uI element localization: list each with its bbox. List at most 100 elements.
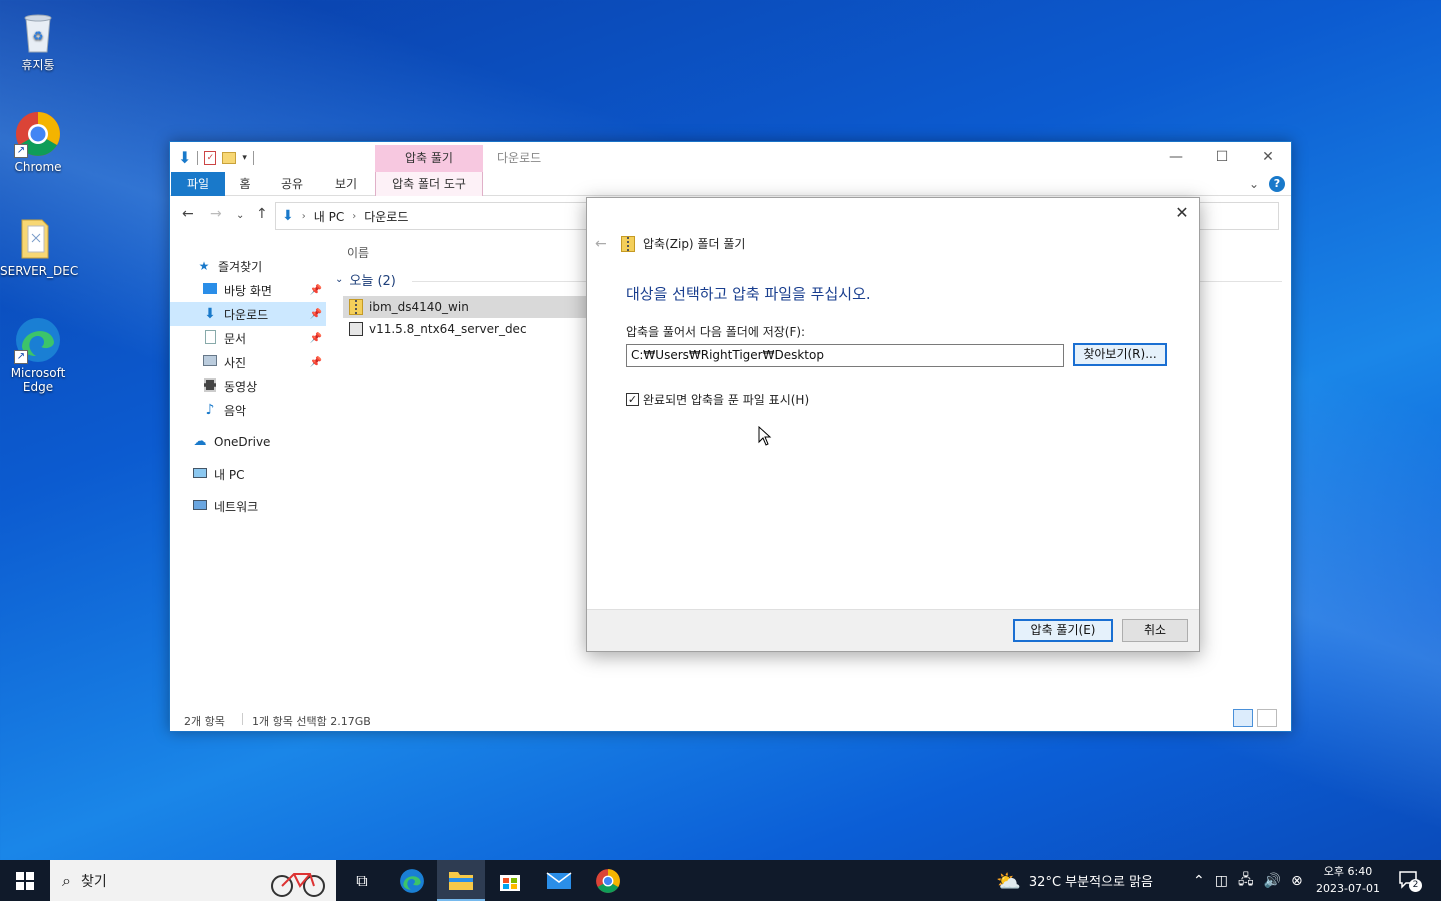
- selection-info: 1개 항목 선택함 2.17GB: [252, 715, 371, 728]
- network-icon: [192, 498, 208, 514]
- desktop-icon-chrome[interactable]: ↗ Chrome: [0, 110, 76, 174]
- ribbon-tabs: 파일 홈 공유 보기 압축 폴더 도구: [170, 172, 1291, 196]
- help-icon[interactable]: ?: [1269, 176, 1285, 192]
- nav-pictures[interactable]: 사진 📌: [170, 350, 326, 374]
- nav-onedrive[interactable]: ☁ OneDrive: [170, 430, 326, 454]
- download-arrow-icon: ⬇: [204, 306, 216, 322]
- browse-button[interactable]: 찾아보기(R)...: [1073, 343, 1167, 366]
- taskbar-chrome[interactable]: [584, 860, 632, 901]
- taskbar-search-box[interactable]: ⌕ 찾기: [50, 860, 336, 901]
- window-controls: — ☐ ✕: [1153, 142, 1291, 172]
- ribbon-right-controls: ⌄ ?: [1249, 176, 1285, 192]
- nav-network[interactable]: 네트워크: [170, 494, 326, 518]
- pictures-icon: [202, 354, 218, 370]
- download-arrow-icon: ⬇: [282, 208, 294, 224]
- nav-documents[interactable]: 문서 📌: [170, 326, 326, 350]
- zip-folder-icon: [621, 235, 635, 252]
- nav-this-pc[interactable]: 내 PC: [170, 462, 326, 486]
- back-arrow-icon[interactable]: ←: [182, 206, 194, 222]
- nav-label: 동영상: [224, 379, 258, 394]
- network-icon[interactable]: 🖧: [1238, 869, 1254, 893]
- separator: [242, 713, 243, 725]
- system-tray: ⌃ ◫ 🖧 🔊 ⊗: [1193, 860, 1303, 901]
- qat-dropdown-icon[interactable]: ▾: [242, 153, 247, 163]
- forward-arrow-icon[interactable]: →: [210, 206, 222, 222]
- desktop-icon-label: SERVER_DEC: [0, 264, 79, 278]
- store-icon: [500, 874, 520, 891]
- column-header-name[interactable]: 이름: [347, 244, 369, 261]
- nav-music[interactable]: ♪ 음악: [170, 398, 326, 422]
- extract-button[interactable]: 압축 풀기(E): [1013, 619, 1113, 642]
- svg-text:♻: ♻: [33, 29, 44, 43]
- desktop-icon-label: Microsoft Edge: [10, 366, 66, 394]
- destination-path-input[interactable]: C:₩Users₩RightTiger₩Desktop: [626, 344, 1064, 367]
- installer-icon: [349, 322, 363, 336]
- extract-zip-dialog: ✕ ← 압축(Zip) 폴더 풀기 대상을 선택하고 압축 파일을 푸십시오. …: [586, 197, 1200, 652]
- start-button[interactable]: [0, 860, 50, 901]
- new-folder-icon[interactable]: [222, 151, 237, 164]
- show-files-option[interactable]: ✓ 완료되면 압축을 푼 파일 표시(H): [626, 391, 809, 408]
- meet-now-icon[interactable]: ◫: [1215, 873, 1228, 889]
- clock[interactable]: 오후 6:40 2023-07-01: [1310, 863, 1386, 897]
- chevron-up-icon[interactable]: ⌃: [1193, 873, 1205, 889]
- tab-share[interactable]: 공유: [276, 172, 308, 196]
- nav-downloads[interactable]: ⬇ 다운로드 📌: [170, 302, 326, 326]
- task-view-button[interactable]: ⧉: [338, 860, 386, 901]
- separator: [197, 150, 199, 165]
- recent-locations-icon[interactable]: ⌄: [236, 210, 244, 221]
- shortcut-arrow-icon: ↗: [14, 144, 28, 158]
- nav-label: OneDrive: [214, 435, 271, 449]
- tab-home[interactable]: 홈: [230, 172, 260, 196]
- nav-quick-access[interactable]: ★ 즐겨찾기: [170, 254, 326, 278]
- details-view-icon[interactable]: [1233, 709, 1253, 727]
- pin-icon: 📌: [309, 356, 322, 368]
- chevron-down-icon[interactable]: ⌄: [1249, 177, 1259, 191]
- breadcrumb-downloads[interactable]: 다운로드: [364, 208, 408, 225]
- volume-icon[interactable]: 🔊: [1264, 873, 1281, 889]
- nav-label: 네트워크: [214, 499, 259, 514]
- tab-view[interactable]: 보기: [330, 172, 362, 196]
- close-icon[interactable]: ✕: [1173, 204, 1191, 222]
- show-files-checkbox[interactable]: ✓: [626, 393, 639, 406]
- bicycle-icon: [270, 864, 326, 901]
- taskbar-store[interactable]: [486, 860, 534, 901]
- nav-desktop[interactable]: 바탕 화면 📌: [170, 278, 326, 302]
- cloud-icon: ☁: [193, 434, 207, 449]
- navigation-pane: ★ 즐겨찾기 바탕 화면 📌 ⬇ 다운로드 📌 문서 📌 사진 📌 동영상 ♪ …: [170, 238, 326, 708]
- destination-label: 압축을 풀어서 다음 폴더에 저장(F):: [626, 325, 806, 339]
- weather-text: 32°C 부분적으로 맑음: [1028, 875, 1154, 890]
- back-arrow-icon[interactable]: ←: [595, 236, 613, 252]
- weather-widget[interactable]: ⛅ 32°C 부분적으로 맑음: [996, 860, 1153, 901]
- large-icons-view-icon[interactable]: [1257, 709, 1277, 727]
- close-icon[interactable]: ✕: [1245, 142, 1291, 172]
- dialog-footer: 압축 풀기(E) 취소: [587, 609, 1199, 651]
- properties-icon[interactable]: ✓: [204, 150, 217, 165]
- breadcrumb-this-pc[interactable]: 내 PC: [314, 208, 344, 225]
- action-center-button[interactable]: 2: [1398, 870, 1422, 892]
- checkbox-label: 완료되면 압축을 푼 파일 표시(H): [643, 393, 810, 407]
- desktop-icon-edge[interactable]: ↗ Microsoft Edge: [0, 316, 76, 394]
- search-input[interactable]: [1189, 202, 1279, 230]
- status-x-icon[interactable]: ⊗: [1291, 873, 1303, 889]
- address-bar[interactable]: ⬇ › 내 PC › 다운로드: [275, 202, 590, 230]
- desktop-icon-recycle-bin[interactable]: ♻ 휴지통: [0, 8, 76, 72]
- up-arrow-icon[interactable]: ↑: [256, 206, 268, 222]
- taskbar-file-explorer[interactable]: [437, 860, 485, 901]
- group-header[interactable]: ⌄ 오늘 (2): [335, 270, 396, 289]
- nav-videos[interactable]: 동영상: [170, 374, 326, 398]
- desktop-icon-server-dec[interactable]: SERVER_DEC: [0, 214, 79, 278]
- task-view-icon: ⧉: [356, 870, 368, 890]
- zip-folder-icon: [349, 299, 363, 315]
- clock-date: 2023-07-01: [1316, 882, 1380, 895]
- cancel-button[interactable]: 취소: [1122, 619, 1188, 642]
- context-tab-header: 압축 풀기: [375, 145, 483, 172]
- maximize-icon[interactable]: ☐: [1199, 142, 1245, 172]
- status-bar: 2개 항목 1개 항목 선택함 2.17GB: [170, 707, 1291, 731]
- taskbar-mail[interactable]: [535, 860, 583, 901]
- taskbar-edge[interactable]: [388, 860, 436, 901]
- tab-compressed-folder-tools[interactable]: 압축 폴더 도구: [375, 172, 483, 196]
- tab-file[interactable]: 파일: [171, 172, 225, 196]
- star-icon: ★: [198, 259, 210, 273]
- minimize-icon[interactable]: —: [1153, 142, 1199, 172]
- quick-access-toolbar: ⬇ ✓ ▾: [178, 148, 254, 167]
